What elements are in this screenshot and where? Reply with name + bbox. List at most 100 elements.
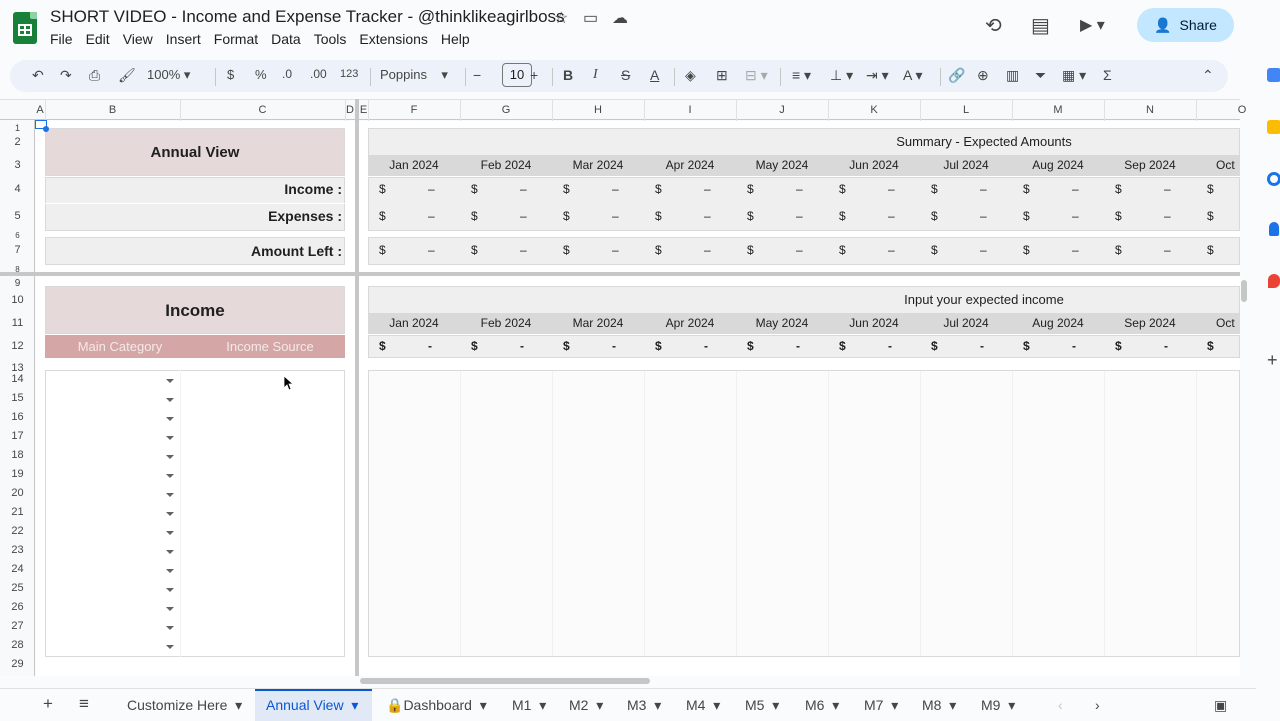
tab-dashboard[interactable]: 🔒Dashboard ▾ [386,697,487,714]
dropdown-arrow-icon[interactable] [166,493,174,498]
column-header[interactable]: F [368,104,460,116]
summary-cell-value[interactable]: – [796,243,803,257]
income-cell-value[interactable]: - [704,339,708,353]
decrease-font-size-button[interactable]: − [473,67,481,83]
decrease-decimal-button[interactable]: .0 [282,67,292,81]
dropdown-arrow-icon[interactable] [166,645,174,650]
zoom-select[interactable]: 100% ▾ [147,67,190,83]
tab-customize-here[interactable]: Customize Here ▾ [127,697,242,714]
vertical-scrollbar[interactable] [1241,280,1247,302]
increase-decimal-button[interactable]: .00 [310,67,327,81]
row-header[interactable]: 29 [0,658,35,670]
frozen-row-divider[interactable] [0,272,1240,276]
column-header[interactable]: M [1012,104,1104,116]
tab-m3[interactable]: M3 ▾ [627,697,661,714]
row-header[interactable]: 12 [0,340,35,352]
document-title[interactable]: SHORT VIDEO - Income and Expense Tracker… [50,7,565,27]
menu-insert[interactable]: Insert [166,31,201,47]
summary-cell-value[interactable]: – [428,182,435,196]
summary-cell-value[interactable]: – [612,243,619,257]
column-header[interactable]: J [736,104,828,116]
tab-m5[interactable]: M5 ▾ [745,697,779,714]
row-header[interactable]: 27 [0,620,35,632]
scroll-tabs-left-icon[interactable]: ‹ [1058,697,1063,713]
column-header[interactable]: K [828,104,920,116]
dropdown-arrow-icon[interactable] [166,607,174,612]
version-history-icon[interactable]: ⟲ [985,13,1002,38]
summary-cell-value[interactable]: – [888,209,895,223]
collapse-toolbar-icon[interactable]: ⌃ [1202,67,1214,84]
summary-cell-value[interactable]: – [704,243,711,257]
row-header[interactable]: 2 [0,136,35,148]
insert-chart-icon[interactable]: ▥ [1006,67,1019,84]
summary-cell-value[interactable]: – [1164,209,1171,223]
merge-cells-icon[interactable]: ⊟ ▾ [745,67,768,84]
percent-format-button[interactable]: % [255,67,267,82]
bold-button[interactable]: B [563,67,573,83]
summary-cell-value[interactable]: – [520,243,527,257]
font-family-select[interactable]: Poppins ▾ [380,67,448,83]
dropdown-arrow-icon[interactable] [166,398,174,403]
text-wrapping-icon[interactable]: ⇥ ▾ [866,67,889,84]
summary-cell-value[interactable]: – [520,209,527,223]
keep-icon[interactable] [1267,120,1280,134]
dropdown-arrow-icon[interactable] [166,436,174,441]
summary-cell-value[interactable]: – [888,243,895,257]
meet-icon[interactable]: ▶ ▾ [1080,15,1105,35]
summary-cell-value[interactable]: – [612,182,619,196]
functions-button[interactable]: Σ [1103,67,1112,83]
borders-icon[interactable]: ⊞ [716,67,728,84]
summary-cell-value[interactable]: – [888,182,895,196]
dropdown-arrow-icon[interactable] [166,417,174,422]
menu-format[interactable]: Format [214,31,258,47]
income-cell-value[interactable]: - [888,339,892,353]
text-color-button[interactable]: A [650,67,659,83]
row-header[interactable]: 6 [0,231,35,240]
row-header[interactable]: 1 [0,123,35,133]
currency-format-button[interactable]: $ [227,67,234,82]
add-sheet-button[interactable]: + [43,694,53,714]
row-header[interactable]: 26 [0,601,35,613]
star-icon[interactable]: ☆ [554,8,568,28]
tab-m9[interactable]: M9 ▾ [981,697,1015,714]
summary-cell-value[interactable]: – [428,209,435,223]
get-addons-icon[interactable]: + [1267,350,1278,371]
summary-cell-value[interactable]: – [980,243,987,257]
selection-handle[interactable] [43,126,49,132]
row-header[interactable]: 14 [0,373,35,385]
row-header[interactable]: 28 [0,639,35,651]
row-header[interactable]: 7 [0,244,35,256]
row-header[interactable]: 15 [0,392,35,404]
dropdown-arrow-icon[interactable] [166,455,174,460]
summary-cell-value[interactable]: – [704,209,711,223]
summary-cell-value[interactable]: – [428,243,435,257]
calendar-icon[interactable] [1267,68,1280,82]
row-header[interactable]: 18 [0,449,35,461]
summary-cell-value[interactable]: – [704,182,711,196]
menu-extensions[interactable]: Extensions [359,31,427,47]
tab-m7[interactable]: M7 ▾ [864,697,898,714]
menu-view[interactable]: View [123,31,153,47]
italic-button[interactable]: I [593,67,598,83]
scroll-tabs-right-icon[interactable]: › [1095,697,1100,713]
column-header[interactable]: D [345,104,355,116]
menu-help[interactable]: Help [441,31,470,47]
paint-format-icon[interactable]: 🖌 [118,67,136,84]
dropdown-arrow-icon[interactable] [166,588,174,593]
dropdown-arrow-icon[interactable] [166,512,174,517]
tasks-icon[interactable] [1267,172,1280,186]
row-header[interactable]: 16 [0,411,35,423]
summary-cell-value[interactable]: – [1072,243,1079,257]
income-cell-value[interactable]: - [612,339,616,353]
sheets-logo-icon[interactable] [13,12,37,44]
horizontal-scrollbar[interactable] [360,678,650,684]
menu-tools[interactable]: Tools [314,31,347,47]
income-cell-value[interactable]: - [1072,339,1076,353]
move-folder-icon[interactable]: ▭ [583,8,598,28]
summary-cell-value[interactable]: – [520,182,527,196]
row-header[interactable]: 5 [0,210,35,222]
undo-icon[interactable]: ↶ [32,67,44,84]
column-header[interactable]: B [45,104,180,116]
row-header[interactable]: 21 [0,506,35,518]
fill-color-icon[interactable]: ◈ [685,67,696,84]
